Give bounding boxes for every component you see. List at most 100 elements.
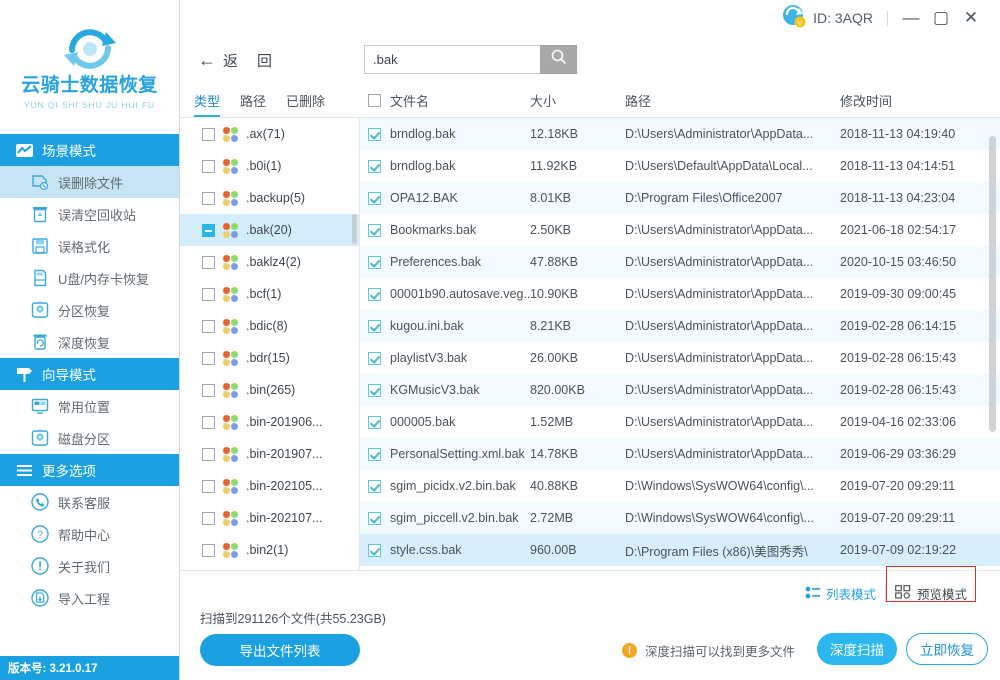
menu-icon [15, 461, 33, 479]
tree-item-checkbox[interactable] [202, 351, 215, 365]
sidebar-item-0-4[interactable]: 分区恢复 [0, 294, 179, 326]
tree-tab-1[interactable]: 路径 [240, 91, 266, 117]
tree-item[interactable]: .bak(20) [180, 214, 359, 246]
tree-item[interactable]: .bin2(1) [180, 534, 359, 566]
table-row[interactable]: brndlog.bak 12.18KB D:\Users\Administrator… [360, 118, 1000, 150]
user-id-label: ID: 3AQR [813, 10, 873, 26]
row-checkbox[interactable] [368, 543, 381, 557]
table-row[interactable]: style.css.bak 960.00B D:\Program Files (x8… [360, 534, 1000, 566]
table-row[interactable]: sgim_picidx.v2.bin.bak 40.88KB D:\Windows\… [360, 470, 1000, 502]
table-row[interactable]: KGMusicV3.bak 820.00KB D:\Users\Administra… [360, 374, 1000, 406]
tree-item[interactable]: .bcf(1) [180, 278, 359, 310]
table-row[interactable]: sgim_piccell.v2.bin.bak 2.72MB D:\Windows\… [360, 502, 1000, 534]
tree-item[interactable]: .b0i(1) [180, 150, 359, 182]
row-checkbox[interactable] [368, 351, 381, 365]
row-checkbox[interactable] [368, 447, 381, 461]
header-time[interactable]: 修改时间 [840, 91, 1000, 110]
sidebar-item-2-1[interactable]: ? 帮助中心 [0, 518, 179, 550]
sidebar-item-2-3[interactable]: 导入工程 [0, 582, 179, 614]
tree-item-checkbox[interactable] [202, 543, 215, 557]
table-row[interactable]: 000005.bak 1.52MB D:\Users\Administrator\A… [360, 406, 1000, 438]
search-button[interactable] [540, 45, 577, 74]
sidebar-item-1-0[interactable]: 常用位置 [0, 390, 179, 422]
cell-path: D:\Users\Default\AppData\Local... [625, 159, 813, 173]
tree-item-checkbox[interactable] [202, 223, 215, 237]
sidebar-item-2-2[interactable]: 关于我们 [0, 550, 179, 582]
tree-item-checkbox[interactable] [202, 191, 215, 205]
sidebar-item-label: 帮助中心 [58, 527, 111, 543]
tree-item-checkbox[interactable] [202, 447, 215, 461]
sidebar-item-1-1[interactable]: 磁盘分区 [0, 422, 179, 454]
tree-tab-2[interactable]: 已删除 [286, 91, 325, 117]
recover-now-button[interactable]: 立即恢复 [906, 633, 988, 665]
maximize-button[interactable]: ▢ [926, 3, 956, 33]
table-row[interactable]: brndlog.bak 11.92KB D:\Users\Default\AppDa… [360, 150, 1000, 182]
tree-item[interactable]: .bdr(15) [180, 342, 359, 374]
tree-item[interactable]: .ax(71) [180, 118, 359, 150]
header-filename[interactable]: 文件名 [360, 91, 530, 110]
tree-item-checkbox[interactable] [202, 159, 215, 173]
tree-item[interactable]: .bin(265) [180, 374, 359, 406]
export-file-list-button[interactable]: 导出文件列表 [200, 634, 360, 666]
table-row[interactable]: PersonalSetting.xml.bak 14.78KB D:\Users\A… [360, 438, 1000, 470]
tree-tab-0[interactable]: 类型 [194, 91, 221, 117]
tree-item[interactable]: .bin-202107... [180, 502, 359, 534]
search-input[interactable] [364, 45, 540, 74]
tree-item[interactable]: .baklz4(2) [180, 246, 359, 278]
close-button[interactable]: ✕ [956, 3, 986, 33]
sidebar-group-0[interactable]: 场景模式 [0, 134, 179, 166]
table-row[interactable]: kugou.ini.bak 8.21KB D:\Users\Administrato… [360, 310, 1000, 342]
row-checkbox[interactable] [368, 127, 381, 141]
tree-item-checkbox[interactable] [202, 479, 215, 493]
row-checkbox[interactable] [368, 383, 381, 397]
sidebar-item-0-1[interactable]: 误清空回收站 [0, 198, 179, 230]
table-row[interactable]: 00001b90.autosave.veg.... 10.90KB D:\Users… [360, 278, 1000, 310]
row-checkbox[interactable] [368, 223, 381, 237]
tree-item-checkbox[interactable] [202, 415, 215, 429]
cell-time: 2019-07-20 09:29:11 [840, 479, 956, 493]
table-row[interactable]: Preferences.bak 47.88KB D:\Users\Administr… [360, 246, 1000, 278]
tree-item[interactable]: .backup(5) [180, 182, 359, 214]
tree-item[interactable]: .bin-202105... [180, 470, 359, 502]
row-checkbox[interactable] [368, 319, 381, 333]
tree-item-checkbox[interactable] [202, 127, 215, 141]
tree-scrollbar-thumb[interactable] [352, 214, 357, 244]
tree-item-checkbox[interactable] [202, 287, 215, 301]
header-size[interactable]: 大小 [530, 91, 625, 110]
tree-item-checkbox[interactable] [202, 511, 215, 525]
sidebar-item-2-0[interactable]: 联系客服 [0, 486, 179, 518]
header-path[interactable]: 路径 [625, 91, 840, 110]
row-checkbox[interactable] [368, 415, 381, 429]
sidebar-item-0-2[interactable]: 误格式化 [0, 230, 179, 262]
sidebar-group-1[interactable]: 向导模式 [0, 358, 179, 390]
row-checkbox[interactable] [368, 479, 381, 493]
table-row[interactable]: playlistV3.bak 26.00KB D:\Users\Administra… [360, 342, 1000, 374]
tree-item-checkbox[interactable] [202, 383, 215, 397]
table-row[interactable]: Bookmarks.bak 2.50KB D:\Users\Administrato… [360, 214, 1000, 246]
sidebar-item-0-0[interactable]: 误删除文件 [0, 166, 179, 198]
filelist-scrollbar-thumb[interactable] [989, 136, 996, 432]
table-row[interactable]: OPA12.BAK 8.01KB D:\Program Files\Office20… [360, 182, 1000, 214]
tree-item[interactable]: .bin-201906... [180, 406, 359, 438]
tree-item-checkbox[interactable] [202, 255, 215, 269]
row-checkbox[interactable] [368, 255, 381, 269]
preview-mode-button[interactable]: 预览模式 [886, 579, 976, 608]
cell-size: 2.72MB [530, 511, 574, 525]
sidebar-item-0-3[interactable]: U盘/内存卡恢复 [0, 262, 179, 294]
row-checkbox[interactable] [368, 287, 381, 301]
sidebar-item-label: 磁盘分区 [58, 431, 111, 447]
row-checkbox[interactable] [368, 191, 381, 205]
tree-item[interactable]: .bin-201907... [180, 438, 359, 470]
tree-item-checkbox[interactable] [202, 319, 215, 333]
list-mode-button[interactable]: 列表模式 [796, 579, 885, 608]
back-button[interactable]: ← 返 回 [198, 50, 272, 71]
sidebar-group-2[interactable]: 更多选项 [0, 454, 179, 486]
select-all-checkbox[interactable] [368, 94, 381, 107]
minimize-button[interactable]: — [896, 3, 926, 33]
deep-scan-button[interactable]: 深度扫描 [817, 633, 897, 665]
row-checkbox[interactable] [368, 511, 381, 525]
sidebar-item-0-5[interactable]: 深度恢复 [0, 326, 179, 358]
tree-item-label: .b0i(1) [246, 159, 282, 173]
row-checkbox[interactable] [368, 159, 381, 173]
tree-item[interactable]: .bdic(8) [180, 310, 359, 342]
